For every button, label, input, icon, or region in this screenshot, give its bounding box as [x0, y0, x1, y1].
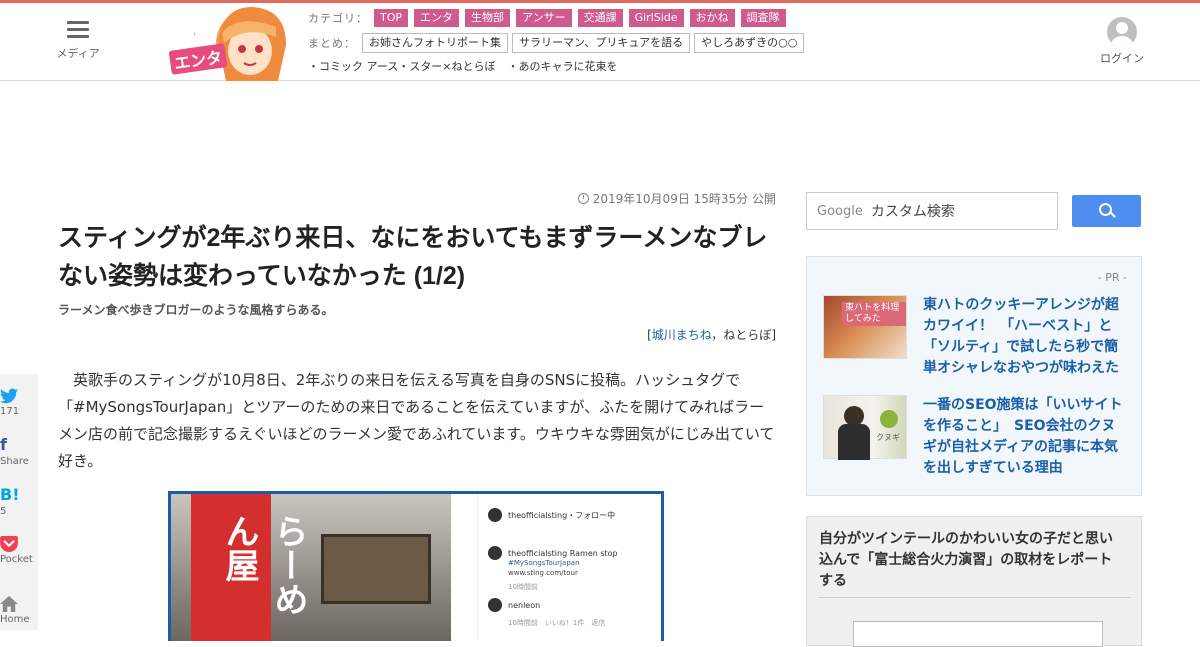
- home-button[interactable]: Home: [0, 596, 38, 625]
- banner-text: らーめん屋: [219, 514, 308, 616]
- hatena-share-button[interactable]: B! 5: [0, 485, 38, 518]
- person-body-icon: [838, 424, 870, 460]
- category-tag-top[interactable]: TOP: [374, 9, 409, 27]
- category-tag-okane[interactable]: おかね: [689, 9, 735, 27]
- summary-link-precure[interactable]: サラリーマン、プリキュアを語る: [512, 33, 691, 53]
- site-logo[interactable]: ねとらぼ エンタ: [126, 3, 302, 81]
- search-placeholder: カスタム検索: [870, 204, 955, 220]
- share-bar: 171 f Share B! 5 Pocket Home: [0, 374, 38, 630]
- hamburger-icon: [67, 21, 89, 39]
- category-nav: カテゴリ： TOP エンタ 生物部 アンサー 交通課 GirlSide おかね …: [308, 9, 792, 27]
- logo-text-main: ねとらぼ: [127, 17, 213, 43]
- publish-date-text: 2019年10月09日 15時35分 公開: [592, 192, 776, 206]
- feature-box[interactable]: 自分がツインテールのかわいい女の子だと思い込んで「富士総合火力演習」の取材をレポ…: [806, 516, 1142, 647]
- feature-title[interactable]: 自分がツインテールのかわいい女の子だと思い込んで「富士総合火力演習」の取材をレポ…: [819, 529, 1119, 592]
- extra-link-hanataba[interactable]: ・あのキャラに花束を: [508, 58, 618, 74]
- pocket-share-button[interactable]: Pocket: [0, 536, 38, 565]
- byline: [城川まちね，ねとらぼ]: [58, 326, 776, 343]
- extra-link-comic-earth-star[interactable]: ・コミック アース・スター×ねとらぼ: [308, 58, 496, 74]
- hatena-icon: B!: [0, 485, 20, 504]
- summary-link-yashiro[interactable]: やしろあずきの○○: [694, 33, 805, 53]
- pocket-icon: [0, 536, 18, 552]
- pr-thumbnail: クヌギ: [823, 395, 907, 460]
- ramen-shop-photo: らーめん屋: [171, 494, 451, 641]
- ig-hashtag: #MySongsTourJapan: [508, 559, 580, 567]
- publish-date: 2019年10月09日 15時35分 公開: [58, 190, 776, 207]
- clock-icon: [577, 193, 589, 204]
- search-button[interactable]: [1072, 195, 1141, 227]
- summary-link-photo-report[interactable]: お姉さんフォトリポート集: [362, 33, 508, 53]
- ig-url: www.sting.com/tour: [508, 569, 578, 577]
- pr-title-link[interactable]: 東ハトのクッキーアレンジが超カワイイ！ 「ハーベスト」と「ソルティ」で試したら秒…: [923, 295, 1123, 379]
- byline-close: ]: [771, 328, 776, 342]
- hatena-count: 5: [0, 506, 7, 517]
- summary-nav-label: まとめ：: [308, 37, 356, 50]
- shop-sign: [321, 534, 431, 604]
- category-tag-seibutsu[interactable]: 生物部: [465, 9, 511, 27]
- twitter-count: 171: [0, 406, 20, 417]
- ig-account: theofficialsting: [508, 510, 568, 520]
- ig-caption-avatar-icon: [488, 546, 502, 560]
- category-tag-chosatai[interactable]: 調査隊: [740, 9, 786, 27]
- article-body: 英歌手のスティングが10月8日、2年ぶりの来日を伝える写真を自身のSNSに投稿。…: [58, 371, 775, 470]
- ig-header: theofficialsting ・フォロー中: [488, 508, 615, 522]
- site-header: メディア ねとらぼ エンタ カテゴリ： TOP エンタ 生物部 アンサー 交通課…: [0, 3, 1200, 81]
- pr-thumbnail: 東ハトを料理してみた: [823, 295, 907, 359]
- summary-nav: まとめ： お姉さんフォトリポート集 サラリーマン、プリキュアを語る やしろあずき…: [308, 33, 808, 53]
- pr-label: - PR -: [1097, 271, 1127, 284]
- ad-space: [0, 82, 1200, 182]
- home-label: Home: [0, 614, 30, 625]
- article-title: スティングが2年ぶり来日、なにをおいてもまずラーメンなブレない姿勢は変わっていな…: [58, 224, 768, 290]
- twitter-icon: [0, 388, 18, 404]
- category-tag-enta[interactable]: エンタ: [414, 9, 460, 27]
- pr-box: - PR - 東ハトを料理してみた 東ハトのクッキーアレンジが超カワイイ！ 「ハ…: [806, 256, 1142, 496]
- extra-links: ・コミック アース・スター×ねとらぼ ・あのキャラに花束を: [308, 58, 630, 74]
- category-tag-kotsuka[interactable]: 交通課: [577, 9, 623, 27]
- pr-thumb-text: 東ハトを料理してみた: [842, 302, 906, 326]
- divider: [819, 597, 1131, 598]
- pr-title-link[interactable]: 一番のSEO施策は「いいサイトを作ること」 SEO会社のクヌギが自社メディアの記…: [923, 395, 1123, 479]
- ig-caption-user: theofficialsting: [508, 548, 568, 558]
- category-nav-label: カテゴリ：: [308, 12, 368, 25]
- search-input[interactable]: Google カスタム検索: [806, 192, 1058, 230]
- ig-comment-row: nenleon: [488, 598, 540, 612]
- byline-sep: ，: [711, 328, 724, 342]
- person-head-icon: [844, 406, 864, 426]
- ig-time2: 10時間前 いいね！1件 返信: [508, 619, 606, 627]
- login-button[interactable]: ログイン: [1098, 17, 1146, 66]
- media-menu-button[interactable]: メディア: [50, 21, 106, 61]
- pocket-label: Pocket: [0, 554, 33, 565]
- instagram-panel: theofficialsting ・フォロー中 theofficialsting …: [477, 494, 661, 641]
- article: 2019年10月09日 15時35分 公開 スティングが2年ぶり来日、なにをおい…: [58, 190, 776, 641]
- author-link[interactable]: 城川まちね: [652, 328, 712, 342]
- user-avatar-icon: [1107, 17, 1137, 47]
- ig-commenter-avatar-icon: [488, 598, 502, 612]
- ig-follow: ・フォロー中: [567, 510, 616, 520]
- category-tag-answer[interactable]: アンサー: [516, 9, 572, 27]
- red-banner: らーめん屋: [191, 494, 308, 641]
- category-tag-girlside[interactable]: GirlSide: [628, 9, 684, 27]
- facebook-label: Share: [0, 456, 29, 467]
- ig-avatar-icon: [488, 508, 502, 522]
- ig-commenter: nenleon: [508, 600, 541, 610]
- ig-caption: Ramen stop: [569, 548, 618, 558]
- google-brand-text: Google: [817, 203, 863, 219]
- publication-name: ねとらぼ: [723, 328, 772, 342]
- article-subtitle: ラーメン食べ歩きブロガーのような風格すらある。: [58, 303, 334, 317]
- media-menu-label: メディア: [56, 47, 100, 60]
- twitter-share-button[interactable]: 171: [0, 388, 38, 417]
- article-photo[interactable]: らーめん屋 theofficialsting ・フォロー中 theofficial…: [168, 491, 664, 641]
- home-icon: [0, 596, 18, 612]
- tree-logo-icon: [880, 410, 898, 428]
- pr-thumb-text: クヌギ: [876, 433, 900, 442]
- ig-time1: 10時間前: [508, 583, 538, 591]
- feature-image[interactable]: [853, 621, 1103, 647]
- facebook-icon: f: [0, 435, 7, 454]
- login-label: ログイン: [1100, 52, 1144, 65]
- facebook-share-button[interactable]: f Share: [0, 435, 38, 468]
